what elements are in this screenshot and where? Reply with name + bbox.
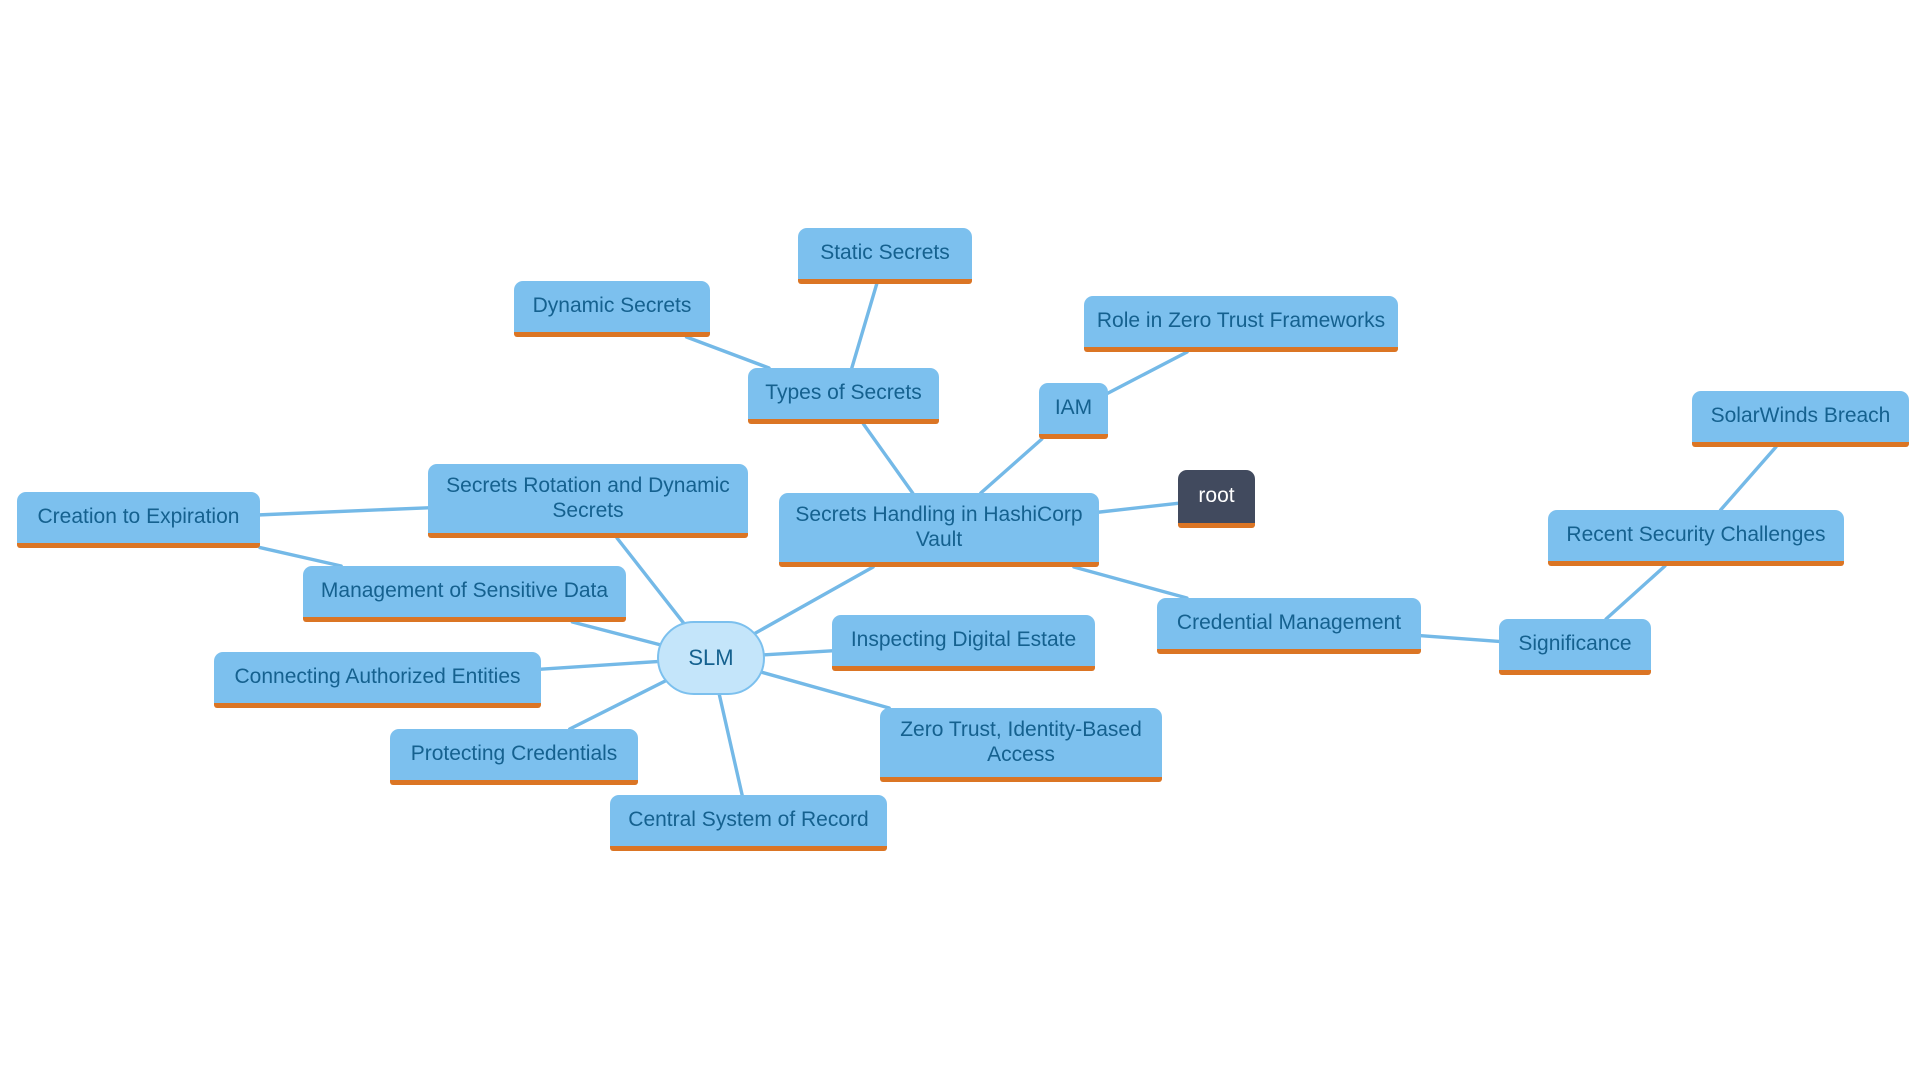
- mindmap-node-secrets_rotation[interactable]: Secrets Rotation and Dynamic Secrets: [428, 464, 748, 538]
- mindmap-node-label: IAM: [1054, 396, 1093, 420]
- mindmap-node-label: SolarWinds Breach: [1710, 404, 1891, 428]
- mindmap-node-solarwinds_breach[interactable]: SolarWinds Breach: [1692, 391, 1909, 447]
- mindmap-edge-slm-to-secrets_rotation: [615, 536, 688, 628]
- mindmap-node-central_system_of_record[interactable]: Central System of Record: [610, 795, 887, 851]
- mindmap-node-secrets_handling[interactable]: Secrets Handling in HashiCorp Vault: [779, 493, 1099, 567]
- mindmap-node-significance[interactable]: Significance: [1499, 619, 1651, 675]
- mindmap-edge-recent_security_challenges-to-solarwinds_breach: [1718, 445, 1778, 512]
- mindmap-node-label: Central System of Record: [628, 808, 869, 832]
- mindmap-node-zero_trust_identity_access[interactable]: Zero Trust, Identity-Based Access: [880, 708, 1162, 782]
- mindmap-node-label: SLM: [688, 645, 734, 671]
- mindmap-node-recent_security_challenges[interactable]: Recent Security Challenges: [1548, 510, 1844, 566]
- mindmap-node-label: Secrets Handling in HashiCorp Vault: [795, 502, 1083, 551]
- mindmap-edge-slm-to-protecting_credentials: [568, 678, 670, 731]
- mindmap-edge-slm-to-management_sensitive_data: [570, 620, 663, 647]
- mindmap-node-role_zero_trust[interactable]: Role in Zero Trust Frameworks: [1084, 296, 1398, 352]
- mindmap-edge-root-to-secrets_handling: [1097, 501, 1180, 514]
- mindmap-edge-secrets_handling-to-iam: [979, 437, 1044, 495]
- mindmap-node-label: Management of Sensitive Data: [320, 579, 609, 603]
- mindmap-node-label: Static Secrets: [820, 241, 950, 265]
- mindmap-node-static_secrets[interactable]: Static Secrets: [798, 228, 972, 284]
- mindmap-node-connecting_authorized_entities[interactable]: Connecting Authorized Entities: [214, 652, 541, 708]
- mindmap-node-label: Zero Trust, Identity-Based Access: [900, 717, 1142, 766]
- mindmap-edge-credential_management-to-significance: [1419, 633, 1501, 644]
- mindmap-node-label: Creation to Expiration: [37, 505, 240, 529]
- mindmap-edge-iam-to-role_zero_trust: [1106, 350, 1189, 395]
- mindmap-node-label: Significance: [1518, 632, 1632, 656]
- mindmap-node-label: Role in Zero Trust Frameworks: [1096, 309, 1386, 333]
- mindmap-canvas: root Secrets Handling in HashiCorp Vault S…: [0, 0, 1920, 1080]
- mindmap-node-types_of_secrets[interactable]: Types of Secrets: [748, 368, 939, 424]
- mindmap-edge-secrets_handling-to-credential_management: [1072, 565, 1189, 600]
- mindmap-edge-slm-to-inspecting_digital_estate: [763, 649, 834, 657]
- mindmap-edge-slm-to-central_system_of_record: [717, 692, 744, 797]
- mindmap-node-creation_to_expiration[interactable]: Creation to Expiration: [17, 492, 260, 548]
- mindmap-node-label: Types of Secrets: [765, 381, 922, 405]
- mindmap-node-protecting_credentials[interactable]: Protecting Credentials: [390, 729, 638, 785]
- mindmap-edge-management_sensitive_data-to-creation_to_expiration: [258, 545, 343, 568]
- mindmap-edge-slm-to-connecting_authorized_entities: [539, 659, 659, 671]
- mindmap-node-slm[interactable]: SLM: [657, 621, 765, 695]
- mindmap-edge-slm-to-zero_trust_identity_access: [759, 670, 891, 710]
- mindmap-edge-significance-to-recent_security_challenges: [1604, 564, 1667, 621]
- mindmap-edge-types_of_secrets-to-static_secrets: [850, 282, 879, 370]
- mindmap-node-label: root: [1198, 484, 1235, 508]
- mindmap-edge-secrets_handling-to-types_of_secrets: [861, 422, 915, 495]
- mindmap-node-label: Connecting Authorized Entities: [234, 665, 521, 689]
- mindmap-edge-secrets_rotation-to-creation_to_expiration: [258, 506, 430, 517]
- mindmap-node-inspecting_digital_estate[interactable]: Inspecting Digital Estate: [832, 615, 1095, 671]
- mindmap-node-label: Dynamic Secrets: [532, 294, 692, 318]
- mindmap-node-label: Protecting Credentials: [410, 742, 618, 766]
- mindmap-node-root[interactable]: root: [1178, 470, 1255, 528]
- mindmap-node-iam[interactable]: IAM: [1039, 383, 1108, 439]
- mindmap-node-label: Credential Management: [1176, 611, 1402, 635]
- mindmap-node-label: Inspecting Digital Estate: [850, 628, 1077, 652]
- mindmap-node-label: Recent Security Challenges: [1566, 523, 1826, 547]
- mindmap-edge-types_of_secrets-to-dynamic_secrets: [684, 335, 771, 370]
- mindmap-node-dynamic_secrets[interactable]: Dynamic Secrets: [514, 281, 710, 337]
- mindmap-node-label: Secrets Rotation and Dynamic Secrets: [446, 473, 730, 522]
- mindmap-node-credential_management[interactable]: Credential Management: [1157, 598, 1421, 654]
- mindmap-node-management_sensitive_data[interactable]: Management of Sensitive Data: [303, 566, 626, 622]
